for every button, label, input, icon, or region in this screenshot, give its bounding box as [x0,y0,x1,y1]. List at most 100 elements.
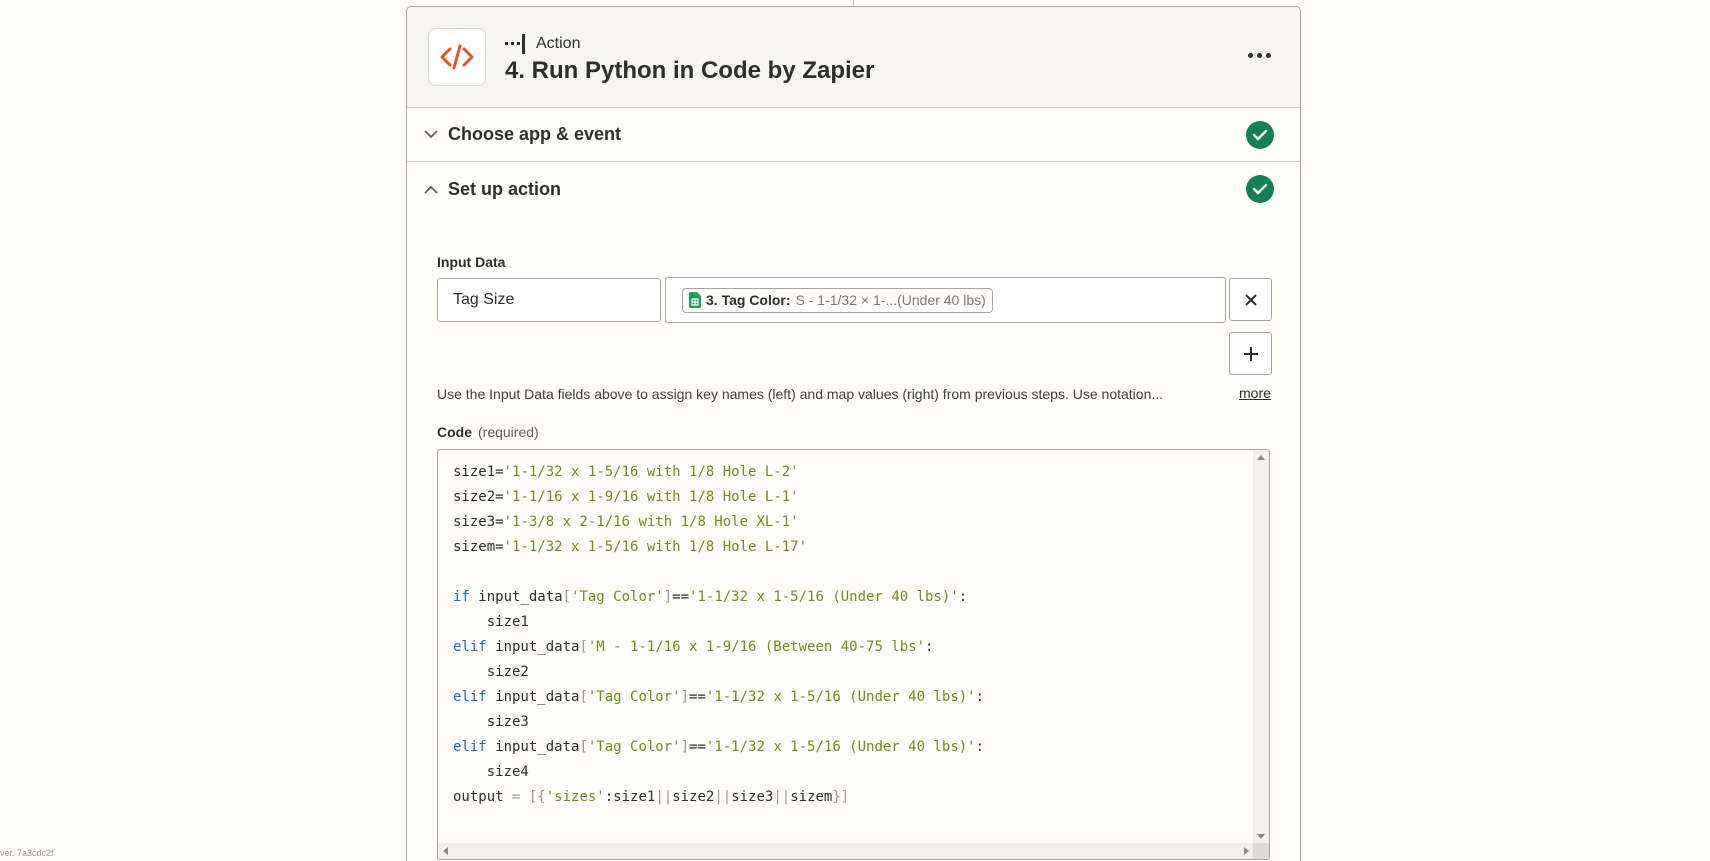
pill-value: S - 1-1/32 × 1-...(Under 40 lbs) [795,292,986,308]
code-token: 'M - 1-1/16 x 1-9/16 (Between 40-75 lbs' [587,639,926,655]
code-token: || [655,789,673,805]
scroll-down-icon[interactable] [1257,834,1265,839]
code-token: 'Tag Color' [587,689,681,705]
code-token: == [689,739,706,755]
check-circle-icon [1246,175,1274,203]
pill-key: 3. Tag Color: [706,292,791,308]
code-token: output [453,789,513,805]
google-sheets-icon [689,292,701,308]
help-more-link[interactable]: more [1239,385,1271,401]
code-label-text: Code [437,424,472,440]
code-line: output = [{'sizes':size1||size2||size3||… [453,785,984,810]
code-token: size2 [453,664,529,680]
code-line: size4 [453,760,984,785]
mapped-field-pill[interactable]: 3. Tag Color: S - 1-1/32 × 1-...(Under 4… [682,287,993,313]
code-line: size3 [453,710,984,735]
code-token: size1 [453,614,529,630]
code-token: size4 [453,764,529,780]
dot-icon [1247,52,1253,58]
code-token: 'Tag Color' [571,589,664,605]
code-token: [ [579,639,588,655]
code-line: if input_data['Tag Color']=='1-1/32 x 1-… [453,585,984,610]
code-token: size1= [453,464,504,480]
remove-field-button[interactable] [1229,278,1272,321]
chevron-up-icon [423,181,439,197]
input-data-value-field[interactable]: 3. Tag Color: S - 1-1/32 × 1-...(Under 4… [665,277,1226,323]
code-line: elif input_data['M - 1-1/16 x 1-9/16 (Be… [453,635,984,660]
scrollbar-corner [1253,843,1269,859]
code-token: '1-1/32 x 1-5/16 with 1/8 Hole L-17' [503,539,808,555]
code-token: '1-1/32 x 1-5/16 with 1/8 Hole L-2' [503,464,799,480]
code-line: size1 [453,610,984,635]
code-line: size2='1-1/16 x 1-9/16 with 1/8 Hole L-1… [453,485,984,510]
code-token: == [672,589,690,605]
code-token: elif [453,689,487,705]
input-data-label: Input Data [437,254,506,270]
version-label: ver. 7a3cdc2f [0,848,54,858]
code-token: 'Tag Color' [587,739,681,755]
add-field-button[interactable] [1229,332,1272,375]
section-choose-app-event[interactable]: Choose app & event [407,108,1300,162]
code-token: == [689,689,706,705]
code-token: elif [453,639,487,655]
code-token: :size1 [604,789,656,805]
code-token: input_data [469,589,563,605]
code-token: if [453,589,470,605]
code-token: || [773,789,791,805]
chevron-down-icon [423,127,439,143]
code-token: : [975,689,985,705]
code-token: size3= [453,514,504,530]
code-token: }] [832,789,850,805]
action-step-icon [505,34,525,54]
code-token: '1-3/8 x 2-1/16 with 1/8 Hole XL-1' [503,514,799,530]
code-line: elif input_data['Tag Color']=='1-1/32 x … [453,685,984,710]
code-token: = [{ [512,789,546,805]
close-icon [1244,293,1257,306]
code-editor[interactable]: size1='1-1/32 x 1-5/16 with 1/8 Hole L-2… [437,449,1270,860]
required-label: (required) [478,424,539,440]
scroll-left-icon[interactable] [443,847,448,855]
step-card: Action 4. Run Python in Code by Zapier C… [406,6,1301,861]
code-token: 'sizes' [545,789,605,805]
code-token: input_data [486,739,580,755]
plus-icon [1243,346,1258,361]
code-token: ] [663,589,673,605]
code-token: sizem= [453,539,504,555]
code-content[interactable]: size1='1-1/32 x 1-5/16 with 1/8 Hole L-2… [453,460,984,810]
code-token: input_data [486,689,580,705]
scroll-right-icon[interactable] [1244,847,1249,855]
code-token: '1-1/16 x 1-9/16 with 1/8 Hole L-1' [503,489,799,505]
dot-icon [1265,52,1271,58]
code-line: sizem='1-1/32 x 1-5/16 with 1/8 Hole L-1… [453,535,984,560]
code-line: size3='1-3/8 x 2-1/16 with 1/8 Hole XL-1… [453,510,984,535]
step-title[interactable]: 4. Run Python in Code by Zapier [505,57,874,85]
code-token: size2 [672,789,715,805]
code-token: '1-1/32 x 1-5/16 (Under 40 lbs)' [705,689,976,705]
code-line: size2 [453,660,984,685]
horizontal-scrollbar[interactable] [438,843,1254,859]
code-token: ] [680,689,690,705]
code-token: [ [579,689,588,705]
code-token: '1-1/32 x 1-5/16 (Under 40 lbs)' [689,589,959,605]
vertical-scrollbar[interactable] [1253,450,1269,844]
code-token: sizem [790,789,833,805]
code-token: ] [680,739,690,755]
code-label: Code (required) [437,424,539,440]
more-options-button[interactable] [1244,45,1274,65]
step-type-row: Action [505,34,580,54]
step-type-label: Action [536,35,581,52]
code-token: || [714,789,732,805]
scroll-up-icon[interactable] [1257,455,1265,460]
section-set-up-action[interactable]: Set up action [407,162,1300,216]
code-token: [ [579,739,588,755]
code-token: size3 [453,714,529,730]
code-token: [ [562,589,572,605]
input-data-key-field[interactable]: Tag Size [437,278,661,322]
code-line: size1='1-1/32 x 1-5/16 with 1/8 Hole L-2… [453,460,984,485]
code-token: input_data [486,639,580,655]
code-token: '1-1/32 x 1-5/16 (Under 40 lbs)' [705,739,976,755]
code-token: : [925,639,934,655]
code-token: : [975,739,985,755]
code-token: size2= [453,489,504,505]
